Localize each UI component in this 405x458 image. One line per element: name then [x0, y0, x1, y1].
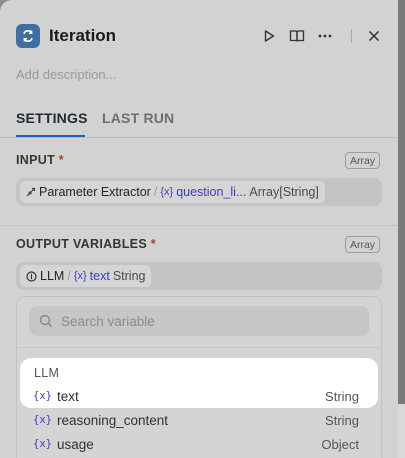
output-node-name: LLM [40, 269, 65, 283]
header-separator [351, 29, 352, 43]
more-options-button[interactable] [313, 24, 337, 48]
iteration-panel: Iteration Add description... SETTINGS LA… [0, 0, 398, 458]
dropdown-separator [17, 347, 381, 348]
tab-settings[interactable]: SETTINGS [16, 110, 88, 126]
llm-icon [26, 270, 37, 282]
variable-icon: {x} [160, 186, 174, 198]
output-variable-type: String [112, 269, 146, 283]
variable-icon: {x} [33, 390, 52, 402]
input-variable-chip[interactable]: Parameter Extractor / {x} question_li...… [20, 181, 325, 203]
output-variable-chip[interactable]: LLM / {x} text String [20, 265, 152, 287]
variable-option-type: Object [321, 436, 359, 452]
variable-search-box[interactable] [29, 306, 369, 336]
required-mark: * [58, 153, 64, 167]
panel-title: Iteration [49, 26, 117, 45]
description-input[interactable]: Add description... [16, 67, 116, 82]
canvas-edge-highlight [398, 404, 405, 458]
search-icon [39, 314, 52, 327]
help-docs-button[interactable] [285, 24, 309, 48]
close-icon [368, 30, 380, 42]
required-mark: * [150, 237, 156, 251]
output-variable-selector[interactable]: LLM / {x} text String [16, 262, 382, 290]
variable-option-name: reasoning_content [56, 412, 169, 428]
output-variable-name: text [89, 269, 110, 283]
input-type-badge: Array [345, 152, 380, 169]
output-label-text: OUTPUT VARIABLES [16, 237, 147, 251]
section-divider [0, 225, 398, 226]
tab-last-run[interactable]: LAST RUN [102, 110, 174, 126]
book-icon [289, 30, 305, 42]
variable-option-type: String [325, 388, 359, 404]
path-separator: / [153, 185, 158, 199]
run-button[interactable] [257, 24, 281, 48]
variable-group-label: LLM [34, 366, 60, 380]
parameter-extractor-icon [26, 187, 36, 197]
output-type-badge: Array [345, 236, 380, 253]
input-label: INPUT * [16, 153, 64, 167]
output-variables-label: OUTPUT VARIABLES * [16, 237, 156, 251]
variable-option-name: text [56, 388, 79, 404]
input-node-name: Parameter Extractor [39, 185, 151, 199]
panel-header: Iteration [16, 24, 386, 48]
variable-option-usage[interactable]: {x} usage Object [33, 434, 359, 454]
variable-icon: {x} [33, 414, 52, 426]
header-actions [257, 24, 386, 48]
variable-icon: {x} [33, 438, 52, 450]
active-tab-indicator [16, 135, 85, 137]
input-variable-type: Array[String] [249, 185, 319, 199]
close-button[interactable] [362, 24, 386, 48]
search-variable-input[interactable] [61, 313, 351, 329]
input-label-text: INPUT [16, 153, 55, 167]
play-icon [264, 30, 275, 42]
variable-option-reasoning-content[interactable]: {x} reasoning_content String [33, 410, 359, 430]
input-variable-name: question_li... [176, 185, 247, 199]
variable-option-name: usage [56, 436, 94, 452]
iteration-icon [16, 24, 40, 48]
variable-option-type: String [325, 412, 359, 428]
tab-bar: SETTINGS LAST RUN [0, 108, 398, 138]
variable-icon: {x} [73, 270, 87, 282]
more-dots-icon [318, 34, 332, 38]
path-separator: / [67, 269, 71, 283]
canvas-edge [398, 0, 405, 458]
variable-option-text[interactable]: {x} text String [33, 386, 359, 406]
input-variable-selector[interactable]: Parameter Extractor / {x} question_li...… [16, 178, 382, 206]
